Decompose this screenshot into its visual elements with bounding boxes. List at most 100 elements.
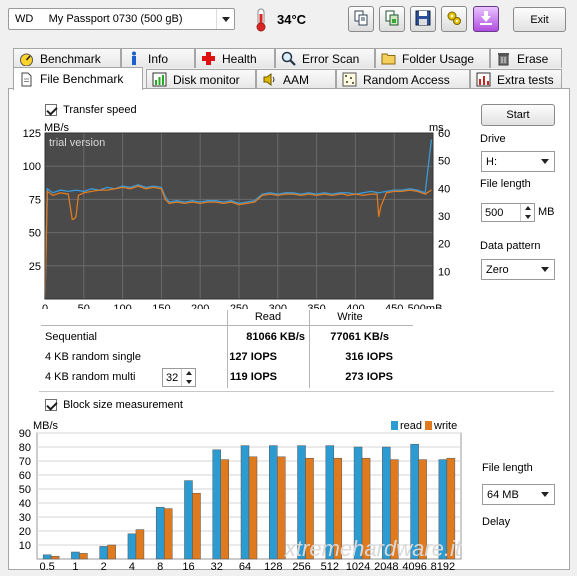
bar-y-axis-label: MB/s (33, 420, 59, 432)
transfer-speed-label: Transfer speed (63, 104, 137, 116)
chevron-down-icon (216, 9, 234, 29)
tab-file-benchmark[interactable]: File Benchmark (13, 67, 143, 90)
y-left-tick-label: 100 (23, 161, 41, 173)
x-tick-label: 50 (78, 303, 90, 309)
bar-x-tick-label: 128 (264, 561, 282, 570)
copy-image-button[interactable] (379, 6, 405, 32)
random-multi-label: 4 KB random multi (45, 371, 136, 383)
bar-write (107, 544, 116, 560)
bar-y-tick-label: 60 (19, 470, 31, 482)
bar-write (50, 555, 60, 560)
monitor-chart-icon (152, 72, 167, 87)
transfer-speed-checkbox[interactable]: Transfer speed (45, 104, 137, 117)
dots-grid-icon (342, 72, 357, 87)
chevron-down-icon (538, 485, 552, 504)
block-file-length-value: 64 MB (487, 488, 519, 501)
sequential-read-value: 81066 KB/s (246, 331, 305, 343)
bar-x-tick-label: 4 (129, 561, 135, 570)
x-tick-label: 200 (191, 303, 209, 309)
transfer-speed-svg: 1251007550256050403020100 50 100 150 200 250 3… (23, 122, 451, 315)
bar-y-tick-label: 30 (19, 512, 31, 524)
read-header: Read (254, 311, 282, 323)
drive-selector-label: WD My Passport 0730 (500 gB) (15, 13, 183, 25)
drive-selector[interactable]: WD My Passport 0730 (500 gB) (8, 8, 235, 30)
bar-x-tick-label: 8192 (431, 561, 455, 570)
bar-x-tick-label: 4096 (402, 561, 426, 570)
tab-aam[interactable]: AAM (256, 69, 336, 89)
tab-folder-usage[interactable]: Folder Usage (375, 48, 490, 68)
spin-up-icon[interactable] (521, 204, 534, 213)
block-file-length-combo[interactable]: 64 MB (482, 484, 555, 505)
bar-y-tick-label: 70 (19, 456, 31, 468)
copy-icon (353, 10, 369, 29)
legend-swatch-write (425, 421, 432, 430)
tab-error-scan[interactable]: Error Scan (275, 48, 375, 68)
results-table: Read Write Sequential 81066 KB/s 77061 K… (41, 310, 413, 388)
x-tick-label: 0 (42, 303, 48, 309)
tab-random-access-label: Random Access (363, 72, 450, 87)
data-pattern-combo[interactable]: Zero (481, 259, 555, 280)
tab-info[interactable]: Info (121, 48, 195, 68)
temperature-readout: 34°C (277, 12, 307, 27)
bar-x-tick-label: 512 (321, 561, 339, 570)
folder-icon (381, 51, 396, 66)
tab-benchmark[interactable]: Benchmark (13, 48, 121, 68)
bar-write (248, 456, 258, 560)
queue-depth-value: 32 (166, 371, 179, 384)
x-tick-label: 400 (346, 303, 364, 309)
bar-x-tick-label: 32 (211, 561, 223, 570)
legend-label-read: read (400, 420, 422, 432)
drive-label: Drive (480, 133, 506, 145)
bar-read (269, 445, 278, 560)
x-tick-label: 350 (307, 303, 325, 309)
save-button[interactable] (410, 6, 436, 32)
file-length-spinner[interactable]: 500 (481, 203, 535, 222)
tab-erase-label: Erase (517, 51, 549, 66)
download-arrow-icon (478, 10, 494, 29)
tab-health[interactable]: Health (195, 48, 275, 68)
bar-x-tick-label: 64 (239, 561, 251, 570)
spin-down-icon[interactable] (521, 213, 534, 222)
options-button[interactable] (441, 6, 467, 32)
update-button[interactable] (473, 6, 499, 32)
bar-read (184, 480, 193, 560)
bar-write (192, 492, 201, 560)
random-multi-write-value: 273 IOPS (345, 371, 393, 383)
bar-x-tick-label: 1 (72, 561, 78, 570)
thermometer-icon (252, 8, 270, 32)
drive-combo[interactable]: H: (481, 151, 555, 172)
tab-random-access[interactable]: Random Access (336, 69, 470, 89)
bar-write (163, 508, 173, 560)
queue-depth-spinner[interactable]: 32 (162, 368, 196, 387)
block-size-chart: 90 80 70 60 50 40 30 20 10 MB/s read write 0.5 1 2 4 8 16… (9, 414, 469, 573)
bar-y-tick-label: 40 (19, 498, 31, 510)
trash-icon (496, 51, 511, 66)
section-divider (39, 391, 554, 392)
y-right-tick-label: 30 (438, 211, 450, 223)
exit-button[interactable]: Exit (513, 7, 566, 32)
data-pattern-label: Data pattern (480, 240, 541, 252)
bar-y-tick-label: 80 (19, 442, 31, 454)
tab-error-scan-label: Error Scan (302, 51, 360, 66)
tab-extra-tests[interactable]: Extra tests (470, 69, 562, 89)
bar-x-tick-label: 256 (292, 561, 310, 570)
spin-up-icon[interactable] (182, 369, 195, 378)
copy-text-button[interactable] (348, 6, 374, 32)
sequential-label: Sequential (45, 331, 97, 343)
file-length-unit: MB (538, 206, 555, 218)
extra-tests-icon (476, 72, 491, 87)
tab-erase[interactable]: Erase (490, 48, 562, 68)
transfer-speed-chart: 125 100 75 50 25 60 50 40 30 20 10 0 50 100 150 200 250 3… (9, 119, 469, 315)
block-size-checkbox[interactable]: Block size measurement (45, 399, 183, 412)
data-pattern-value: Zero (486, 263, 509, 276)
spin-down-icon[interactable] (182, 378, 195, 387)
file-length-label: File length (480, 178, 531, 190)
delay-label: Delay (482, 516, 511, 528)
site-watermark: xtremehardware.it (284, 536, 462, 561)
random-multi-read-value: 119 IOPS (229, 371, 277, 383)
tab-disk-monitor[interactable]: Disk monitor (146, 69, 256, 89)
bar-x-tick-label: 1024 (346, 561, 370, 570)
tab-benchmark-label: Benchmark (40, 51, 101, 66)
start-button[interactable]: Start (481, 104, 555, 126)
info-icon (127, 51, 142, 66)
